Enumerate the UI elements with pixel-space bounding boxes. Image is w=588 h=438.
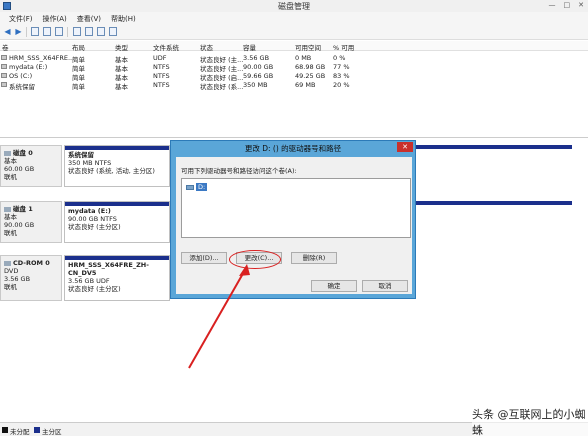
volume-icon [1,64,7,69]
console-tree-icon[interactable] [31,27,39,36]
list-view-icon[interactable] [55,27,63,36]
unallocated-swatch [2,427,8,433]
ok-button[interactable]: 确定 [311,280,357,292]
volume-icon [1,82,7,87]
dialog-prompt: 可用下列驱动器号和路径访问这个卷(A): [181,167,297,175]
menu-view[interactable]: 查看(V) [72,12,106,24]
title-bar: 磁盘管理 — □ ✕ [0,0,588,12]
col-free-space[interactable]: 可用空间 [295,42,321,52]
primary-swatch [34,427,40,433]
minimize-button[interactable]: — [549,1,556,9]
col-status[interactable]: 状态 [200,42,213,52]
settings-icon[interactable] [109,27,117,36]
properties-icon[interactable] [43,27,51,36]
col-filesystem[interactable]: 文件系统 [153,42,179,52]
table-row[interactable]: HRM_SSS_X64FRE... 简单 基本 UDF 状态良好 (主... 3… [0,53,588,64]
menu-action[interactable]: 操作(A) [38,12,72,24]
legend-primary: 主分区 [42,428,62,436]
volume-icon [1,55,7,60]
list-item[interactable]: D: [186,183,208,191]
window-title: 磁盘管理 [278,2,310,11]
toolbar-separator [26,27,27,37]
cdrom-icon [4,260,11,266]
col-layout[interactable]: 布局 [72,42,85,52]
partition-strip [416,145,572,149]
disk-1-label[interactable]: 磁盘 1 基本 90.00 GB 联机 [0,201,62,243]
drive-icon [186,184,194,190]
help-icon[interactable] [73,27,81,36]
col-percent-free[interactable]: % 可用 [333,42,354,52]
export-icon[interactable] [97,27,105,36]
menu-bar: 文件(F) 操作(A) 查看(V) 帮助(H) [0,12,588,24]
refresh-icon[interactable] [85,27,93,36]
disk-0-label[interactable]: 磁盘 0 基本 60.00 GB 联机 [0,145,62,187]
partition-mydata[interactable]: mydata (E:) 90.00 GB NTFS 状态良好 (主分区) [64,201,170,243]
back-icon[interactable]: ◀ [3,27,12,36]
table-row[interactable]: mydata (E:) 简单 基本 NTFS 状态良好 (主... 90.00 … [0,62,588,73]
dialog-title: 更改 D: () 的驱动器号和路径 [244,144,342,153]
remove-button[interactable]: 删除(R) [291,252,337,264]
table-row[interactable]: 系统保留 简单 基本 NTFS 状态良好 (系... 350 MB 69 MB … [0,80,588,91]
disk-icon [4,206,11,212]
toolbar-separator [67,27,68,37]
col-type[interactable]: 类型 [115,42,128,52]
disk-icon [4,150,11,156]
col-volume[interactable]: 卷 [2,42,9,52]
partition-strip [416,201,572,205]
drive-path-list[interactable]: D: [181,178,411,238]
window-controls: — □ ✕ [549,1,585,9]
volume-list: 卷 布局 类型 文件系统 状态 容量 可用空间 % 可用 HRM_SSS_X64… [0,41,588,136]
close-button[interactable]: ✕ [578,1,584,9]
annotation-arrow-icon [188,264,250,369]
maximize-button[interactable]: □ [564,1,571,9]
menu-file[interactable]: 文件(F) [4,12,38,24]
partition-cdrom[interactable]: HRM_SSS_X64FRE_ZH-CN_DV5 3.56 GB UDF 状态良… [64,255,170,301]
col-capacity[interactable]: 容量 [243,42,256,52]
volume-list-header: 卷 布局 类型 文件系统 状态 容量 可用空间 % 可用 [0,41,588,52]
forward-icon[interactable]: ▶ [14,27,23,36]
cdrom-0-label[interactable]: CD-ROM 0 DVD 3.56 GB 联机 [0,255,62,301]
table-row[interactable]: OS (C:) 简单 基本 NTFS 状态良好 (启... 59.66 GB 4… [0,71,588,82]
volume-icon [1,73,7,78]
legend-unallocated: 未分配 [10,428,30,436]
toolbar: ◀ ▶ [0,24,588,40]
menu-help[interactable]: 帮助(H) [106,12,141,24]
dialog-close-button[interactable]: ✕ [397,142,413,152]
cancel-button[interactable]: 取消 [362,280,408,292]
watermark: 头条 @互联网上的小蜘蛛 [472,406,588,438]
partition-system-reserved[interactable]: 系统保留 350 MB NTFS 状态良好 (系统, 活动, 主分区) [64,145,170,187]
